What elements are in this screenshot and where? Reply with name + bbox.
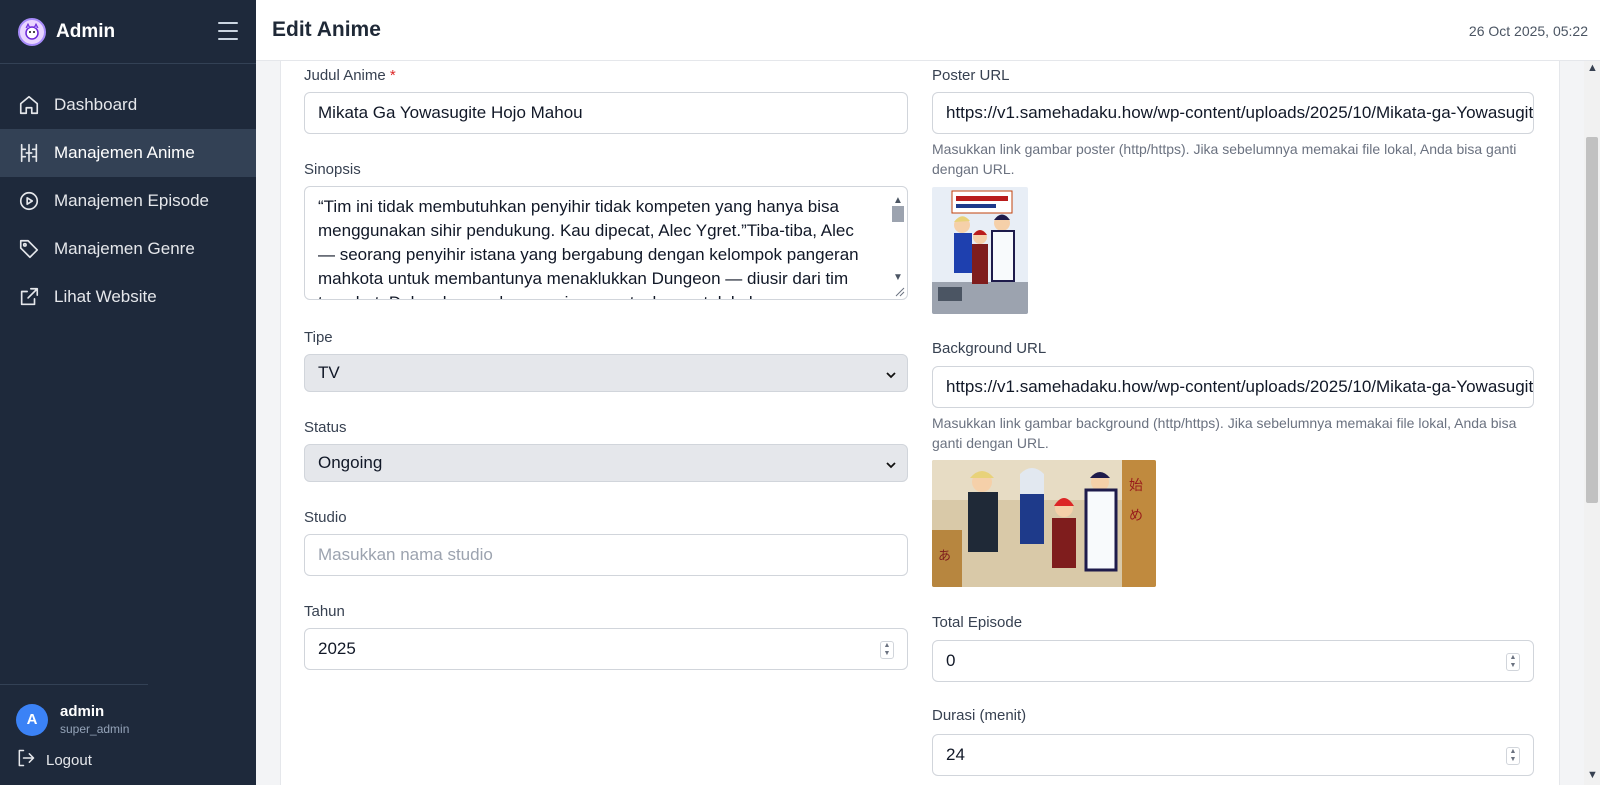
title-input[interactable]: Mikata Ga Yowasugite Hojo Mahou bbox=[304, 92, 908, 134]
home-icon bbox=[18, 94, 40, 116]
play-circle-icon bbox=[18, 190, 40, 212]
page-scrollbar[interactable]: ▲ ▼ bbox=[1584, 61, 1600, 785]
sidebar-divider bbox=[0, 684, 148, 685]
user-role: super_admin bbox=[60, 722, 130, 736]
chevron-down-icon bbox=[886, 462, 896, 469]
type-select[interactable]: TV bbox=[304, 354, 908, 392]
sidebar-item-episode[interactable]: Manajemen Episode bbox=[0, 177, 256, 225]
episodes-label: Total Episode bbox=[932, 614, 1023, 631]
synopsis-textarea[interactable]: “Tim ini tidak membutuhkan penyihir tida… bbox=[304, 186, 908, 300]
external-link-icon bbox=[18, 286, 40, 308]
sidebar-item-label: Manajemen Anime bbox=[54, 143, 195, 162]
number-stepper[interactable]: ▲ ▼ bbox=[880, 641, 894, 659]
poster-preview-image bbox=[932, 187, 1028, 314]
background-help-text: Masukkan link gambar background (http/ht… bbox=[932, 415, 1517, 451]
sidebar-item-dashboard[interactable]: Dashboard bbox=[0, 81, 256, 129]
sidebar-nav: Dashboard Manajemen Anime Manajemen Epis… bbox=[0, 81, 256, 321]
logo-icon bbox=[18, 17, 46, 46]
type-label: Tipe bbox=[304, 329, 333, 346]
app-title: Admin bbox=[56, 20, 116, 42]
number-stepper[interactable]: ▲ ▼ bbox=[1506, 747, 1520, 765]
status-label: Status bbox=[304, 419, 347, 436]
studio-input[interactable]: Masukkan nama studio bbox=[304, 534, 908, 576]
sidebar-item-genre[interactable]: Manajemen Genre bbox=[0, 225, 256, 273]
background-url-input[interactable]: https://v1.samehadaku.how/wp-content/upl… bbox=[932, 366, 1534, 408]
resize-handle-icon[interactable] bbox=[893, 285, 905, 297]
title-label: Judul Anime * bbox=[304, 67, 396, 84]
poster-label: Poster URL bbox=[932, 67, 1010, 84]
page-title: Edit Anime bbox=[272, 18, 381, 41]
sidebar-item-website[interactable]: Lihat Website bbox=[0, 273, 256, 321]
sidebar-item-anime[interactable]: Manajemen Anime bbox=[0, 129, 256, 177]
duration-label: Durasi (menit) bbox=[932, 707, 1027, 724]
logout-label: Logout bbox=[46, 751, 92, 769]
tag-icon bbox=[18, 238, 40, 260]
sidebar-item-label: Lihat Website bbox=[54, 287, 157, 306]
scroll-up-icon[interactable]: ▲ bbox=[1587, 62, 1598, 74]
poster-help-text: Masukkan link gambar poster (http/https)… bbox=[932, 141, 1517, 177]
svg-text:あ: あ bbox=[938, 549, 951, 564]
background-label: Background URL bbox=[932, 340, 1047, 357]
chevron-down-icon bbox=[886, 372, 896, 379]
logout-icon bbox=[16, 748, 46, 772]
synopsis-text: “Tim ini tidak membutuhkan penyihir tida… bbox=[318, 197, 859, 299]
user-name: admin bbox=[60, 703, 105, 720]
svg-text:め: め bbox=[1129, 508, 1143, 524]
sidebar-item-label: Manajemen Genre bbox=[54, 239, 195, 258]
poster-url-input[interactable]: https://v1.samehadaku.how/wp-content/upl… bbox=[932, 92, 1534, 134]
sidebar-item-label: Manajemen Episode bbox=[54, 191, 209, 210]
number-stepper[interactable]: ▲ ▼ bbox=[1506, 653, 1520, 671]
synopsis-label: Sinopsis bbox=[304, 161, 361, 178]
logout-button[interactable]: Logout bbox=[16, 748, 92, 772]
datetime: 26 Oct 2025, 05:22 bbox=[1468, 23, 1588, 39]
year-input[interactable]: 2025 ▲ ▼ bbox=[304, 628, 908, 670]
episodes-input[interactable]: 0 ▲ ▼ bbox=[932, 640, 1534, 682]
status-select[interactable]: Ongoing bbox=[304, 444, 908, 482]
duration-input[interactable]: 24 ▲ ▼ bbox=[932, 734, 1534, 776]
year-label: Tahun bbox=[304, 603, 345, 620]
menu-toggle-icon[interactable] bbox=[218, 22, 238, 40]
synopsis-scrollbar[interactable]: ▲ ▼ bbox=[890, 188, 906, 288]
avatar: A bbox=[16, 703, 48, 736]
header: Edit Anime 26 Oct 2025, 05:22 bbox=[256, 0, 1600, 61]
scrollbar-thumb[interactable] bbox=[1586, 137, 1598, 503]
studio-label: Studio bbox=[304, 509, 347, 526]
sidebar: Admin Dashboard Manajemen Anime Manajeme… bbox=[0, 0, 256, 785]
film-icon bbox=[18, 142, 40, 164]
sidebar-item-label: Dashboard bbox=[54, 95, 138, 114]
required-mark: * bbox=[389, 67, 396, 84]
user-profile: A admin super_admin bbox=[16, 703, 129, 736]
scroll-down-icon[interactable]: ▼ bbox=[1587, 769, 1598, 781]
background-preview-image: 始 め あ bbox=[932, 460, 1156, 587]
svg-text:始: 始 bbox=[1129, 478, 1143, 494]
